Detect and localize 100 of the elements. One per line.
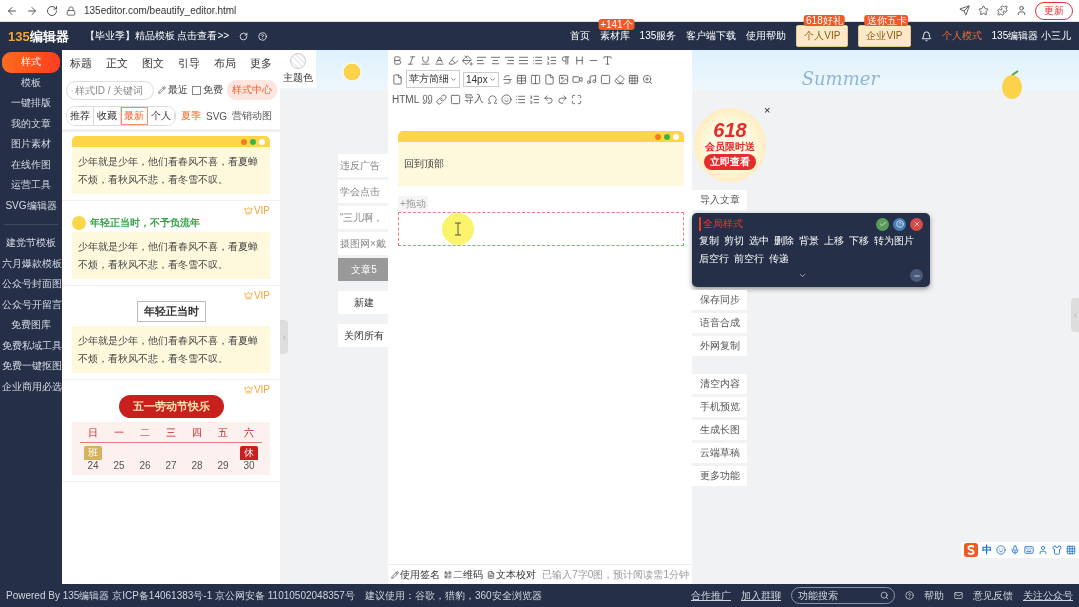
collapse-handle[interactable] <box>1071 298 1079 332</box>
search-icon[interactable] <box>880 591 889 600</box>
promo-badge[interactable]: 618 会员限时送 立即查看 <box>694 108 766 182</box>
frame-icon[interactable] <box>599 73 611 85</box>
microphone-icon[interactable] <box>1010 545 1020 555</box>
list-icon[interactable] <box>515 93 527 105</box>
user-name[interactable]: 135编辑器 小三儿 <box>991 29 1071 43</box>
bell-icon[interactable] <box>920 30 932 42</box>
popup-action[interactable]: 上移 <box>824 234 844 248</box>
tool-button[interactable]: 语音合成 <box>692 313 747 333</box>
shirt-icon[interactable] <box>1052 545 1062 555</box>
nav-link[interactable]: 素材库 <box>599 29 630 43</box>
collapse-handle[interactable] <box>280 320 288 354</box>
recent-button[interactable]: 最近 <box>158 83 188 97</box>
italic-icon[interactable] <box>406 55 417 66</box>
strikethrough-icon[interactable] <box>501 73 513 85</box>
article-action[interactable]: 新建 <box>338 291 388 314</box>
grid-icon[interactable] <box>627 73 639 85</box>
proofread-button[interactable]: 文本校对 <box>487 567 536 582</box>
article-tab[interactable]: “三儿啊， <box>338 206 388 229</box>
html-button[interactable]: HTML <box>392 93 420 105</box>
ordered-list-icon[interactable] <box>529 93 541 105</box>
category-tab[interactable]: 更多 <box>250 56 272 73</box>
tool-button[interactable]: 手机预览 <box>692 397 747 417</box>
category-link[interactable]: SVG <box>206 110 228 122</box>
mode-link[interactable]: 个人模式 <box>941 29 982 43</box>
signature-button[interactable]: 使用签名 <box>391 567 440 582</box>
confirm-icon[interactable] <box>876 217 889 231</box>
popup-action[interactable]: 删除 <box>774 234 794 248</box>
qrcode-button[interactable]: 二维码 <box>444 567 483 582</box>
refresh-icon[interactable] <box>239 31 249 41</box>
sidebar-item[interactable]: 免费一键抠图 <box>2 356 60 377</box>
popup-action[interactable]: 选中 <box>749 234 769 248</box>
vip-button[interactable]: 企业VIP <box>858 25 911 47</box>
category-tab[interactable]: 引导 <box>178 56 200 73</box>
article-tab[interactable]: 学会点击 <box>338 180 388 203</box>
reload-icon[interactable] <box>46 4 58 17</box>
type-icon[interactable] <box>602 55 613 66</box>
redo-icon[interactable] <box>557 93 569 105</box>
video-icon[interactable] <box>571 73 583 85</box>
popup-action[interactable]: 前空行 <box>734 252 764 266</box>
vip-button[interactable]: 个人VIP <box>796 25 849 47</box>
footer-link[interactable]: 加入群聊 <box>741 588 781 603</box>
sidebar-item[interactable]: 在线作图 <box>2 154 60 175</box>
tool-button[interactable]: 外网复制 <box>692 336 747 356</box>
help-icon[interactable] <box>893 217 906 231</box>
align-left-icon[interactable] <box>476 55 487 66</box>
sidebar-item[interactable]: 企业商用必选 <box>2 376 60 397</box>
eraser-icon[interactable] <box>613 73 625 85</box>
sidebar-item[interactable]: 免费图库 <box>2 315 60 336</box>
send-icon[interactable] <box>959 5 970 16</box>
emoji-icon[interactable] <box>996 545 1006 555</box>
category-tab[interactable]: 布局 <box>214 56 236 73</box>
paragraph-icon[interactable] <box>560 55 571 66</box>
popup-action[interactable]: 传递 <box>769 252 789 266</box>
sidebar-item[interactable]: 免费私域工具 <box>2 335 60 356</box>
smile-icon[interactable] <box>501 93 513 105</box>
tool-button[interactable]: 更多功能 <box>692 466 747 486</box>
popup-action[interactable]: 后空行 <box>699 252 729 266</box>
theme-color-button[interactable]: 主题色 <box>280 50 316 88</box>
popup-action[interactable]: 复制 <box>699 234 719 248</box>
align-center-icon[interactable] <box>490 55 501 66</box>
columns-icon[interactable] <box>529 73 541 85</box>
address-bar[interactable]: 135editor.com/beautify_editor.html <box>84 5 951 16</box>
tool-button[interactable]: 云端草稿 <box>692 443 747 463</box>
import-button[interactable]: 导入 <box>464 92 485 106</box>
article-tab[interactable]: 违反广告 <box>338 154 388 177</box>
font-select[interactable]: 苹方简细 <box>406 70 460 88</box>
sidebar-item[interactable]: SVG编辑器 <box>2 195 60 216</box>
filter-tab[interactable]: 推荐 <box>67 107 94 125</box>
new-page-icon[interactable] <box>392 73 403 85</box>
bold-icon[interactable] <box>392 55 403 66</box>
sidebar-item[interactable]: 一键排版 <box>2 93 60 114</box>
undo-icon[interactable] <box>543 93 555 105</box>
underline-icon[interactable] <box>420 55 431 66</box>
follow-link[interactable]: 关注公众号 <box>1023 588 1073 603</box>
ordered-list-icon[interactable] <box>546 55 557 66</box>
ime-mode[interactable]: 中 <box>982 543 992 557</box>
popup-action[interactable]: 背景 <box>799 234 819 248</box>
person-icon[interactable] <box>1038 545 1048 555</box>
update-button[interactable]: 更新 <box>1035 1 1073 20</box>
tool-button[interactable]: 生成长图 <box>692 420 747 440</box>
keyboard-icon[interactable] <box>1024 545 1034 555</box>
nav-link[interactable]: 使用帮助 <box>746 29 787 43</box>
nav-link[interactable]: 135服务 <box>639 29 677 43</box>
highlighter-icon[interactable] <box>448 55 459 66</box>
category-link[interactable]: 营销动图 <box>232 109 273 123</box>
star-icon[interactable] <box>978 5 989 16</box>
help-icon[interactable] <box>258 31 268 41</box>
align-justify-icon[interactable] <box>518 55 529 66</box>
nav-link[interactable]: 首页 <box>569 29 590 43</box>
link-icon[interactable] <box>436 93 448 105</box>
category-tab[interactable]: 标题 <box>70 56 92 73</box>
free-checkbox[interactable]: 免费 <box>192 83 223 97</box>
sidebar-item[interactable]: 六月爆款模板 <box>2 253 60 274</box>
image-icon[interactable] <box>557 73 569 85</box>
tool-button[interactable]: 保存同步 <box>692 290 747 310</box>
align-right-icon[interactable] <box>504 55 515 66</box>
forward-icon[interactable] <box>26 4 38 17</box>
minus-icon[interactable] <box>910 269 923 282</box>
